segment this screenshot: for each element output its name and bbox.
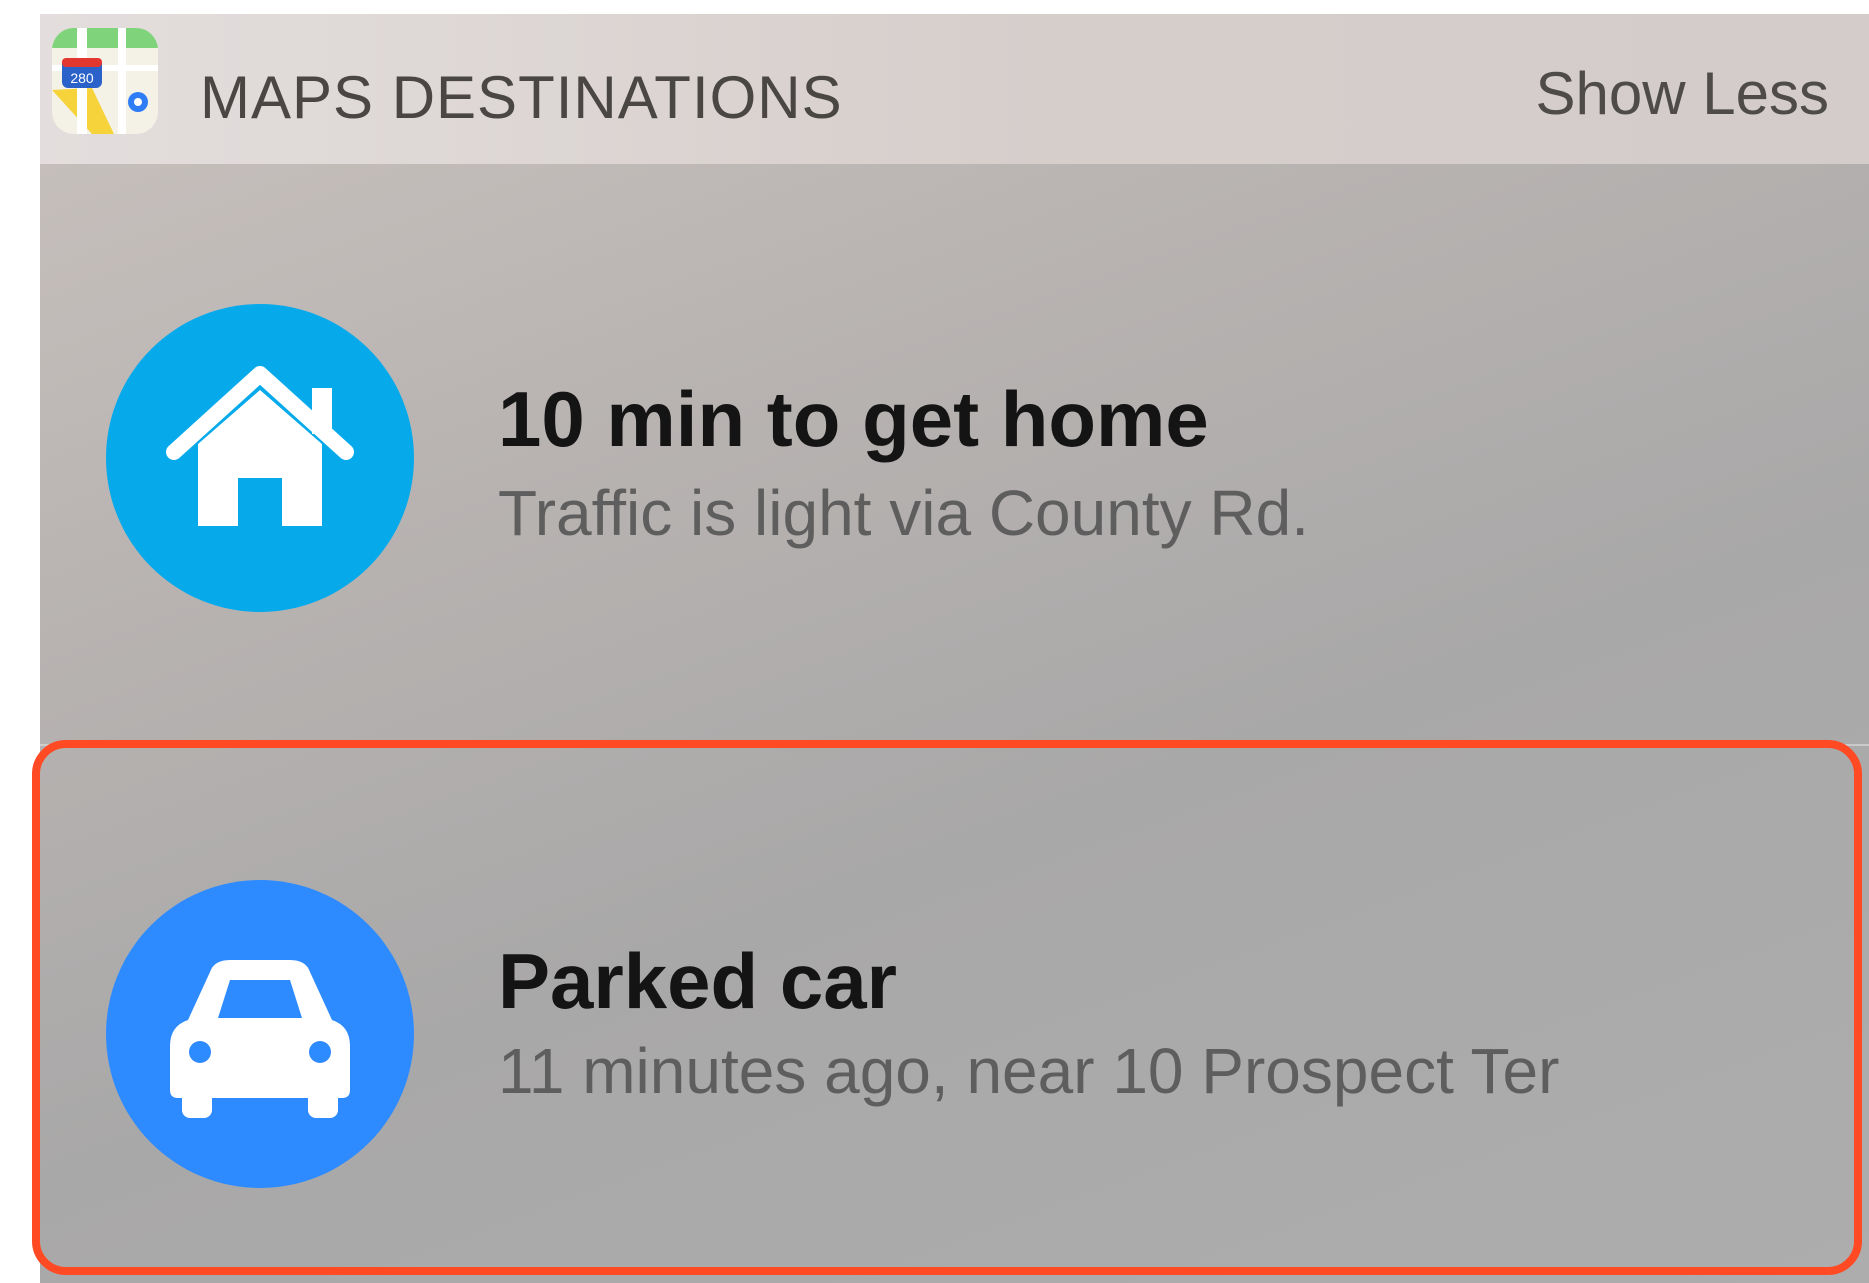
destination-row-home[interactable]: 10 min to get home Traffic is light via … [40,164,1869,746]
widget-header: 280 MAPS DESTINATIONS Show Less [40,14,1869,164]
shield-number: 280 [70,70,94,86]
apple-maps-icon[interactable]: 280 [52,28,158,134]
destination-title: 10 min to get home [498,375,1209,463]
destination-row-parked-car[interactable]: Parked car 11 minutes ago, near 10 Prosp… [40,746,1869,1283]
house-icon [166,366,354,526]
car-icon [170,960,350,1118]
destination-title: Parked car [498,937,897,1025]
maps-destinations-widget: 280 MAPS DESTINATIONS Show Less 10 min t… [40,14,1869,1283]
destination-subtitle: Traffic is light via County Rd. [498,477,1309,549]
screenshot: 280 MAPS DESTINATIONS Show Less 10 min t… [0,0,1869,1283]
widget-title: MAPS DESTINATIONS [200,64,843,131]
home-icon-badge [106,304,414,612]
show-less-button[interactable]: Show Less [1536,58,1830,130]
car-icon-badge [106,880,414,1188]
destination-subtitle: 11 minutes ago, near 10 Prospect Ter [498,1035,1560,1107]
